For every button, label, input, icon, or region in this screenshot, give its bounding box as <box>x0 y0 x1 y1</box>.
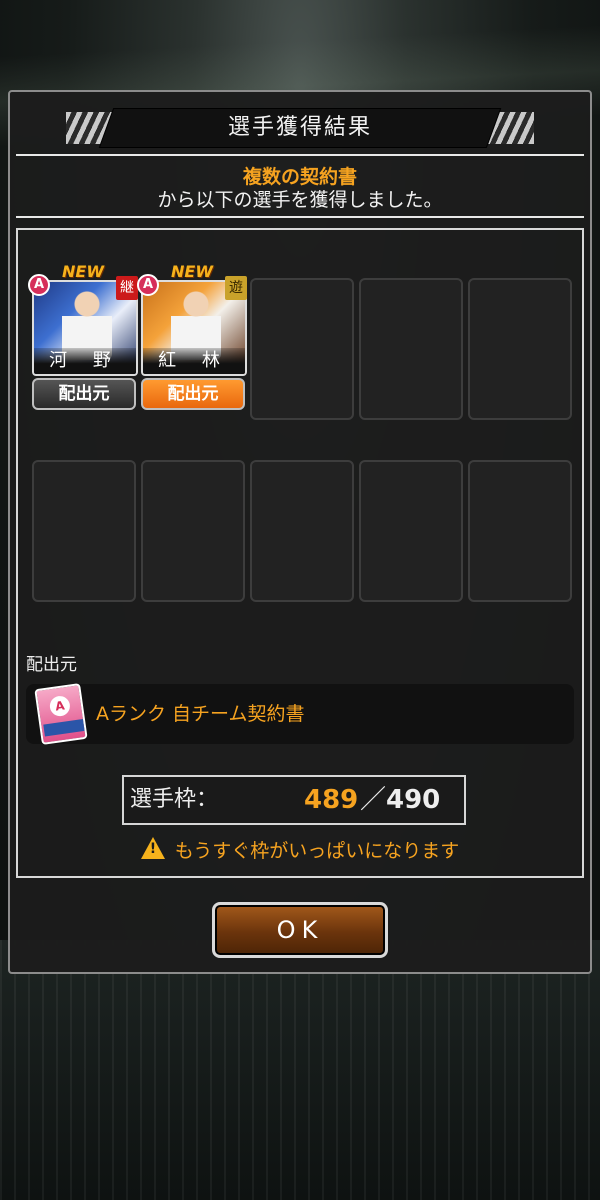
source-button[interactable]: 配出元 <box>141 378 245 410</box>
capacity-current: 489 <box>304 785 359 815</box>
empty-slot <box>468 460 572 602</box>
result-dialog: 選手獲得結果 複数の契約書 から以下の選手を獲得しました。 河 野 A NEW … <box>8 90 592 974</box>
dialog-title: 選手獲得結果 <box>227 115 372 140</box>
player-card[interactable]: 河 野 A NEW 継 配出元 <box>28 262 140 418</box>
empty-slot <box>250 460 354 602</box>
empty-slot <box>141 460 245 602</box>
empty-slot <box>468 278 572 420</box>
warning-text: もうすぐ枠がいっぱいになります <box>174 840 460 862</box>
empty-slot <box>359 278 463 420</box>
capacity-separator: ／ <box>360 785 387 815</box>
position-badge: 継 <box>116 276 138 300</box>
warning-icon <box>140 837 165 859</box>
new-tag: NEW <box>62 262 104 281</box>
player-card[interactable]: 紅 林 A NEW 遊 配出元 <box>137 262 249 418</box>
source-label: 配出元 <box>26 655 77 675</box>
empty-slot <box>32 460 136 602</box>
ok-button[interactable]: OK <box>212 902 388 958</box>
rank-badge: A <box>137 274 159 296</box>
empty-slot <box>359 460 463 602</box>
divider <box>16 216 584 218</box>
new-tag: NEW <box>171 262 213 281</box>
empty-slot <box>250 278 354 420</box>
contract-book-icon: A <box>34 683 88 745</box>
message-body: から以下の選手を獲得しました。 <box>157 189 443 211</box>
source-button[interactable]: 配出元 <box>32 378 136 410</box>
source-contract-row[interactable]: A Aランク 自チーム契約書 <box>26 683 574 745</box>
roster-capacity: 選手枠： 489 ／ 490 <box>122 775 466 825</box>
contract-name: Aランク 自チーム契約書 <box>96 703 305 725</box>
capacity-max: 490 <box>386 785 441 815</box>
divider <box>16 154 584 156</box>
player-name: 河 野 <box>34 348 136 374</box>
capacity-warning: もうすぐ枠がいっぱいになります <box>10 836 590 863</box>
player-name: 紅 林 <box>143 348 245 374</box>
position-badge: 遊 <box>225 276 247 300</box>
rank-badge: A <box>28 274 50 296</box>
capacity-label: 選手枠： <box>130 787 219 812</box>
dialog-header: 選手獲得結果 <box>10 108 590 148</box>
